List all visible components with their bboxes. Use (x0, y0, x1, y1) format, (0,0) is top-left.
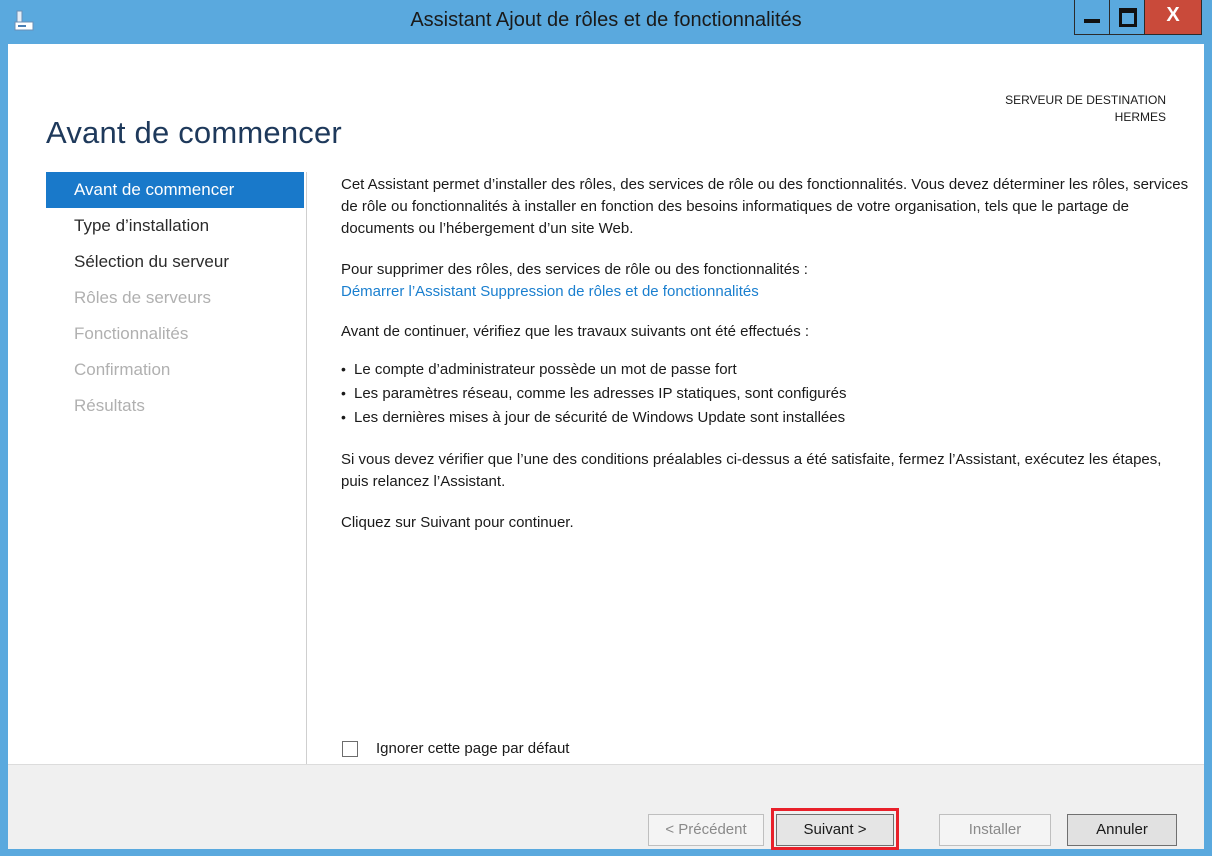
nav-step-confirmation: Confirmation (74, 360, 171, 379)
nav-step-server-selection[interactable]: Sélection du serveur (46, 244, 304, 280)
page-title: Avant de commencer (46, 114, 342, 150)
wizard-body: Avant de commencer SERVEUR DE DESTINATIO… (8, 44, 1204, 850)
next-button[interactable]: Suivant > (776, 814, 894, 846)
destination-server: SERVEUR DE DESTINATION HERMES (1005, 92, 1166, 126)
close-icon: X (1166, 4, 1180, 26)
destination-label: SERVEUR DE DESTINATION (1005, 93, 1166, 107)
nav-step-installation-type[interactable]: Type d’installation (46, 208, 304, 244)
nav-step-features: Fonctionnalités (74, 324, 189, 343)
check-intro-text: Avant de continuer, vérifiez que les tra… (341, 323, 810, 340)
wizard-steps-nav: Avant de commencer Type d’installation S… (46, 172, 304, 424)
window-title: Assistant Ajout de rôles et de fonctionn… (410, 9, 802, 31)
nav-step-before-you-begin[interactable]: Avant de commencer (46, 172, 304, 208)
previous-button: < Précédent (648, 814, 764, 846)
title-bar[interactable]: Assistant Ajout de rôles et de fonctionn… (0, 0, 1212, 44)
minimize-icon (1084, 19, 1100, 23)
wizard-window: Assistant Ajout de rôles et de fonctionn… (0, 0, 1212, 856)
list-item: Les paramètres réseau, comme les adresse… (341, 381, 1191, 406)
list-item: Les dernières mises à jour de sécurité d… (341, 405, 1191, 430)
next-hint-text: Cliquez sur Suivant pour continuer. (341, 514, 574, 531)
nav-step-server-roles: Rôles de serveurs (74, 288, 212, 307)
prerequisite-list: Le compte d’administrateur possède un mo… (341, 357, 1191, 430)
remove-roles-link[interactable]: Démarrer l’Assistant Suppression de rôle… (341, 283, 759, 300)
main-content: Cet Assistant permet d’installer des rôl… (341, 174, 1191, 534)
nav-divider (306, 172, 307, 764)
destination-server-name: HERMES (1114, 110, 1166, 124)
prereq-text: Si vous devez vérifier que l’une des con… (341, 451, 1162, 490)
list-item: Le compte d’administrateur possède un mo… (341, 357, 1191, 382)
install-button: Installer (939, 814, 1051, 846)
cancel-button[interactable]: Annuler (1067, 814, 1177, 846)
wizard-footer: < Précédent Suivant > Installer Annuler (8, 764, 1204, 850)
skip-page-checkbox[interactable] (342, 740, 358, 757)
maximize-icon (1119, 8, 1137, 27)
remove-text: Pour supprimer des rôles, des services d… (341, 261, 808, 278)
close-button[interactable]: X (1144, 0, 1202, 35)
intro-text: Cet Assistant permet d’installer des rôl… (341, 176, 1189, 237)
skip-page-label: Ignorer cette page par défaut (376, 740, 570, 757)
skip-page-option[interactable]: Ignorer cette page par défaut (342, 740, 569, 757)
window-controls: X (1074, 0, 1202, 36)
maximize-button[interactable] (1109, 0, 1145, 35)
minimize-button[interactable] (1074, 0, 1110, 35)
nav-step-results: Résultats (74, 396, 145, 415)
